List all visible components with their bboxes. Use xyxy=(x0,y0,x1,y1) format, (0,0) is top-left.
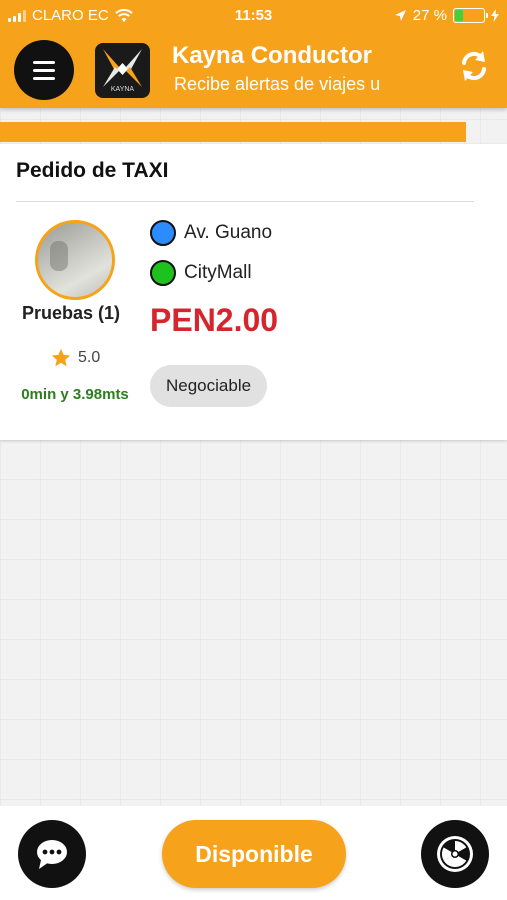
app-subtitle: Recibe alertas de viajes u xyxy=(174,74,381,94)
timer-progress-bar xyxy=(0,122,507,142)
menu-line xyxy=(33,60,55,64)
bottom-bar: Disponible xyxy=(0,806,507,900)
menu-button[interactable] xyxy=(14,40,74,100)
battery-percent: 27 % xyxy=(412,7,447,24)
fare-price: PEN2.00 xyxy=(150,302,279,338)
menu-line xyxy=(33,76,55,80)
menu-line xyxy=(33,68,55,72)
app-title: Kayna Conductor xyxy=(172,42,373,69)
divider xyxy=(16,201,474,202)
charging-bolt-icon xyxy=(491,9,499,22)
order-title: Pedido de TAXI xyxy=(16,159,169,182)
status-right: 27 % xyxy=(394,7,499,24)
location-arrow-icon xyxy=(394,10,406,21)
app-header: CLARO EC 11:53 27 % KAYNA Kayna Conducto… xyxy=(0,0,507,108)
origin-address: Av. Guano xyxy=(184,222,273,243)
star-icon xyxy=(51,348,71,367)
chat-button[interactable] xyxy=(18,820,86,888)
status-bar: CLARO EC 11:53 27 % xyxy=(0,0,507,32)
origin-row: Av. Guano xyxy=(150,220,272,246)
rating: 5.0 xyxy=(50,347,100,369)
refresh-icon xyxy=(462,51,486,81)
rating-value: 5.0 xyxy=(78,349,101,366)
order-card[interactable]: Pedido de TAXI Pruebas (1) 5.0 0min y 3.… xyxy=(0,144,507,440)
origin-dot-icon xyxy=(150,220,176,246)
logo-text: KAYNA xyxy=(110,86,135,93)
destination-address: CityMall xyxy=(184,262,252,283)
passenger-name: Pruebas (1) xyxy=(22,303,121,323)
destination-dot-icon xyxy=(150,260,176,286)
battery-fill xyxy=(455,10,463,21)
progress-fill xyxy=(0,122,467,142)
refresh-button[interactable] xyxy=(456,48,492,84)
negotiable-chip[interactable]: Negociable xyxy=(150,365,268,407)
eta-text: 0min y 3.98mts xyxy=(21,386,129,403)
destination-row: CityMall xyxy=(150,260,252,286)
app-logo: KAYNA xyxy=(95,43,150,98)
available-button[interactable]: Disponible xyxy=(162,820,346,888)
panic-button[interactable] xyxy=(421,820,489,888)
battery-icon xyxy=(453,8,488,23)
chat-bubble-icon xyxy=(37,840,67,869)
radiation-icon xyxy=(437,836,473,872)
driver-avatar xyxy=(35,220,115,300)
